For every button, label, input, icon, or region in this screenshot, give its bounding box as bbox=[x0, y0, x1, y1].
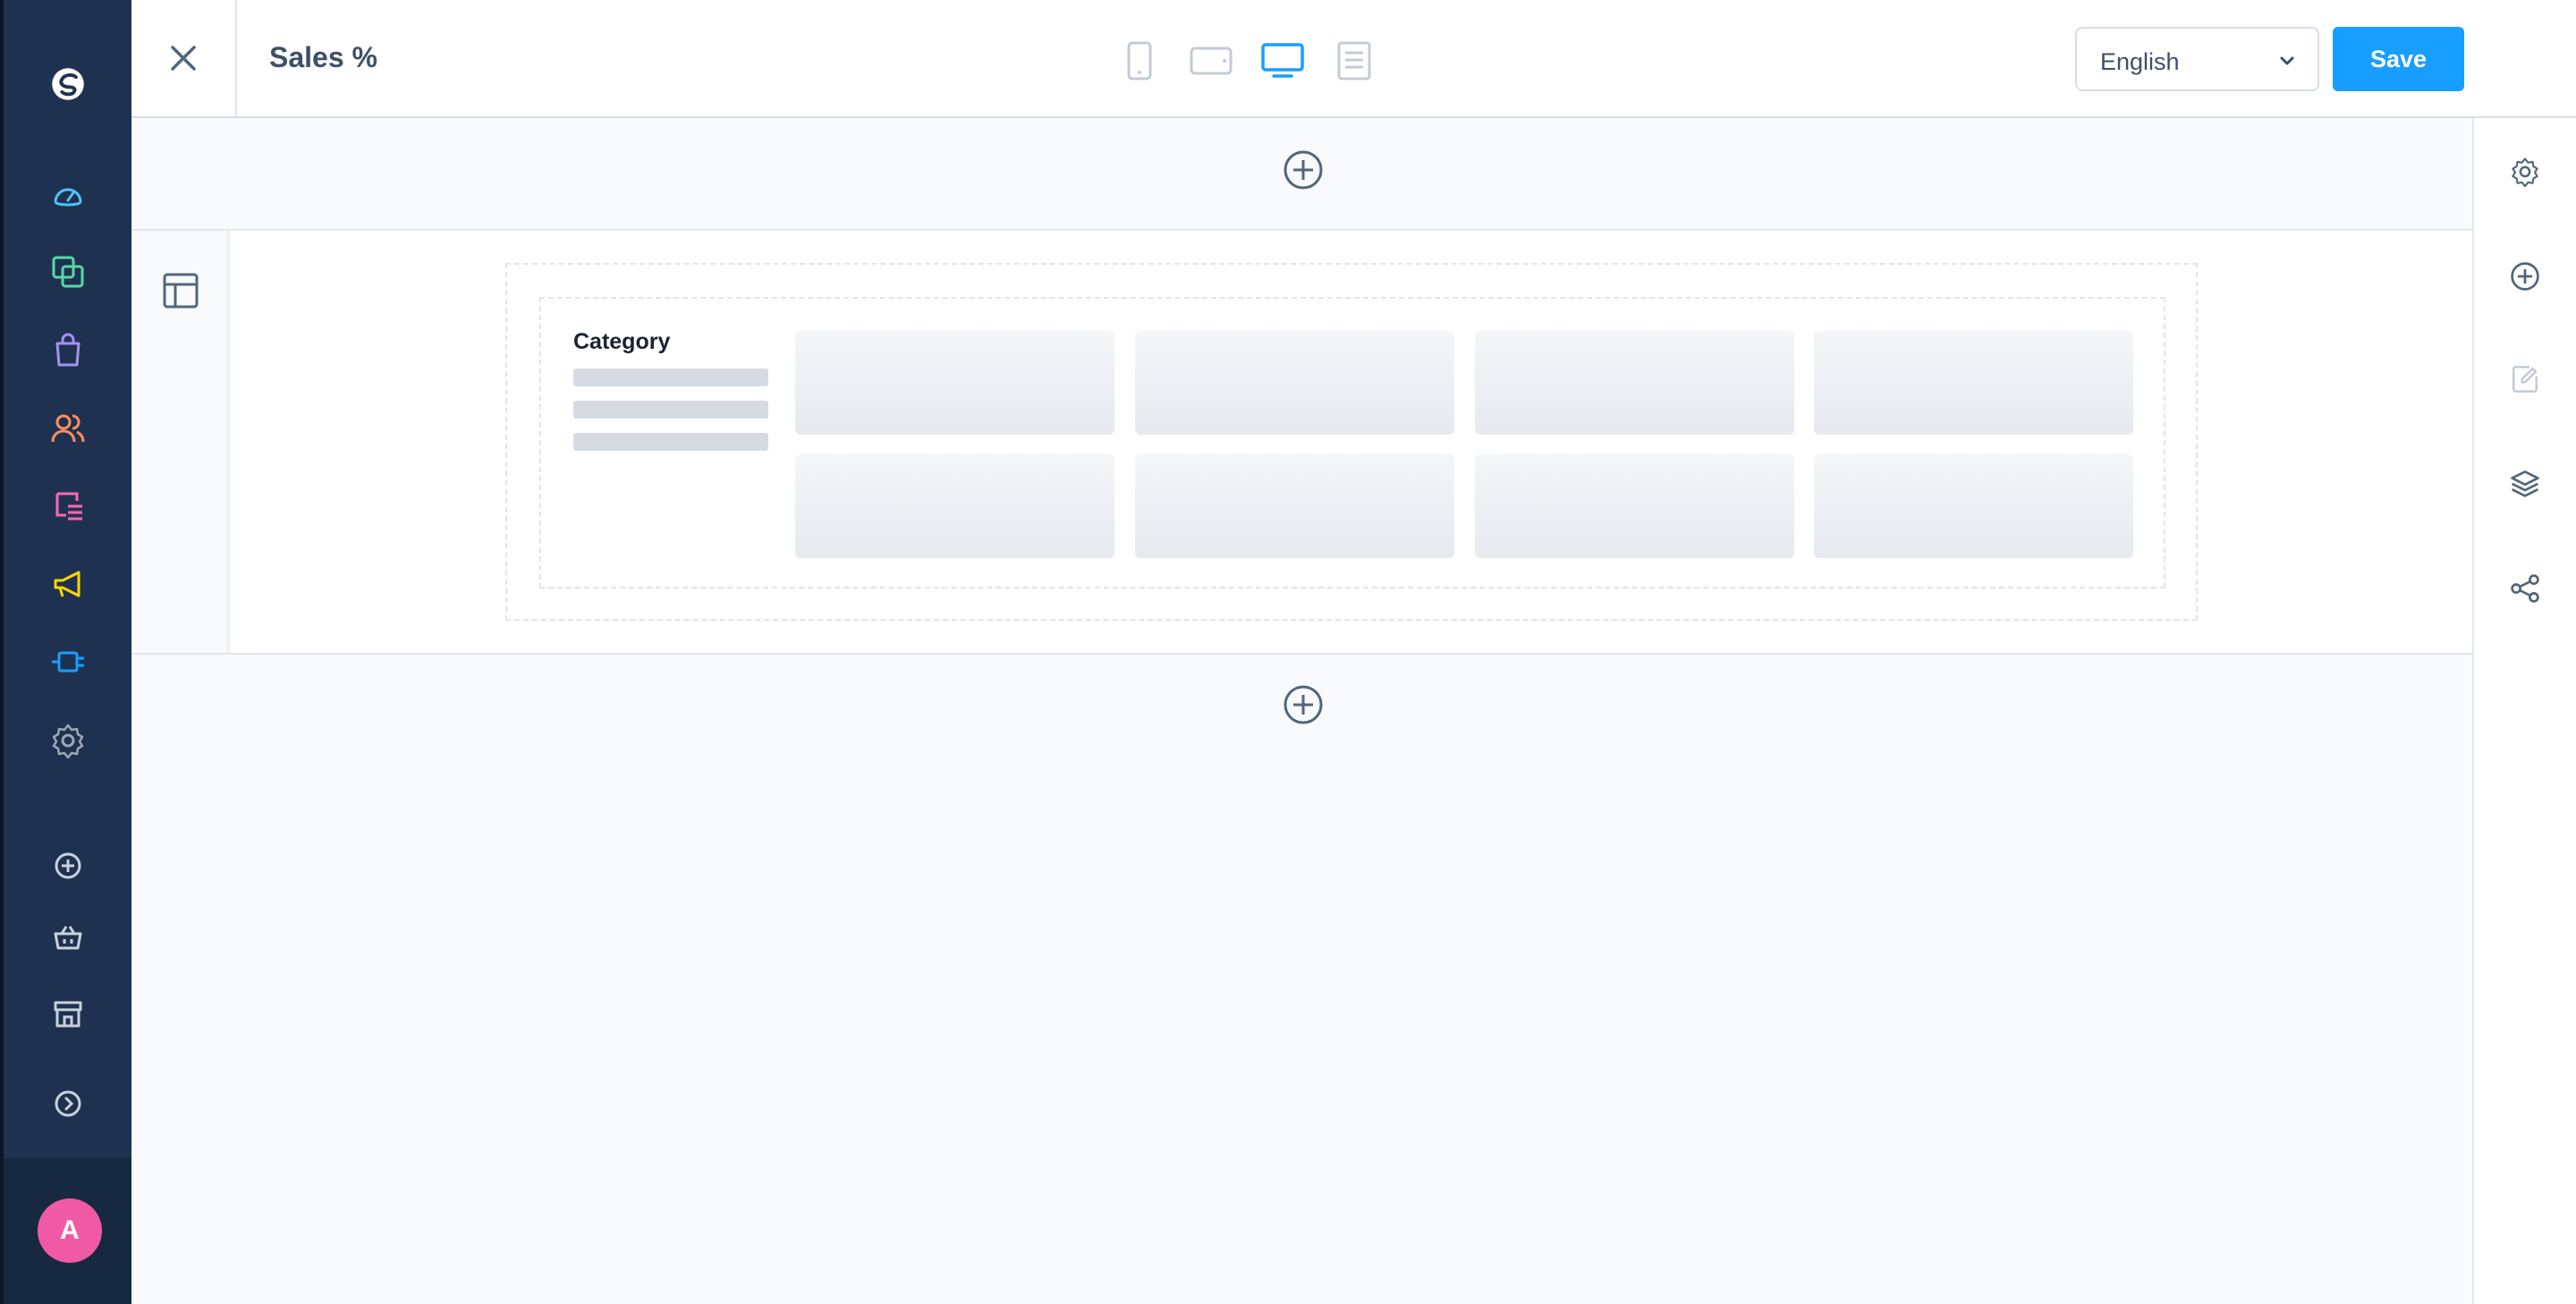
section-sidebar bbox=[131, 231, 230, 653]
page-settings-button[interactable] bbox=[2507, 154, 2543, 190]
edit-section-button[interactable] bbox=[2507, 361, 2543, 397]
shopware-logo[interactable] bbox=[36, 52, 100, 116]
product-placeholder-card bbox=[1475, 331, 1794, 435]
add-icon[interactable] bbox=[50, 848, 86, 884]
cms-block[interactable]: Category bbox=[505, 263, 2198, 621]
tablet-icon bbox=[1190, 47, 1233, 75]
form-icon bbox=[1337, 41, 1371, 80]
layout-assignment-button[interactable] bbox=[2507, 571, 2543, 606]
cms-section[interactable]: Category bbox=[131, 229, 2472, 655]
category-placeholder-line bbox=[573, 368, 768, 386]
add-blocks-button[interactable] bbox=[2507, 258, 2543, 294]
settings-icon[interactable] bbox=[50, 723, 86, 758]
desktop-icon bbox=[1261, 43, 1304, 78]
listing-element[interactable]: Category bbox=[539, 297, 2165, 588]
save-button[interactable]: Save bbox=[2333, 27, 2464, 91]
layers-icon bbox=[2511, 470, 2539, 497]
add-icon bbox=[2511, 262, 2539, 291]
editor-topbar: Sales % English Save bbox=[131, 0, 2576, 118]
language-select[interactable]: English bbox=[2075, 27, 2319, 91]
customers-icon[interactable] bbox=[50, 411, 86, 446]
device-tablet-button[interactable] bbox=[1189, 39, 1233, 82]
page-title: Sales % bbox=[269, 41, 377, 73]
chevron-down-icon bbox=[2280, 56, 2294, 65]
gear-icon bbox=[2512, 157, 2538, 187]
language-select-value: English bbox=[2100, 48, 2180, 75]
marketing-icon[interactable] bbox=[50, 566, 86, 602]
product-placeholder-card bbox=[1814, 454, 2133, 558]
close-button[interactable] bbox=[131, 0, 237, 116]
content-icon[interactable] bbox=[50, 488, 86, 524]
add-section-bottom-button[interactable] bbox=[1282, 683, 1325, 726]
add-section-top-button[interactable] bbox=[1282, 148, 1325, 191]
device-form-button[interactable] bbox=[1332, 39, 1377, 82]
product-placeholder-card bbox=[1475, 454, 1794, 558]
avatar[interactable]: A bbox=[38, 1198, 102, 1263]
storefront-icon[interactable] bbox=[50, 995, 86, 1031]
device-desktop-button[interactable] bbox=[1260, 39, 1305, 82]
product-placeholder-card bbox=[1135, 454, 1454, 558]
basket-icon[interactable] bbox=[50, 919, 86, 955]
product-placeholder-card bbox=[1135, 331, 1454, 435]
expand-sidebar-icon[interactable] bbox=[50, 1086, 86, 1122]
category-placeholder-line bbox=[573, 401, 768, 419]
layout-icon[interactable] bbox=[162, 272, 199, 309]
editor-right-rail bbox=[2472, 118, 2576, 1304]
catalogues-icon[interactable] bbox=[50, 254, 86, 290]
dashboard-icon[interactable] bbox=[50, 177, 86, 213]
mobile-icon bbox=[1127, 41, 1152, 80]
add-icon bbox=[1284, 150, 1323, 190]
product-placeholder-card bbox=[795, 331, 1114, 435]
device-mobile-button[interactable] bbox=[1117, 39, 1162, 82]
category-placeholder-line bbox=[573, 433, 768, 451]
product-placeholder-card bbox=[1814, 331, 2133, 435]
category-title: Category bbox=[573, 329, 671, 354]
navigator-button[interactable] bbox=[2507, 465, 2543, 501]
edit-icon bbox=[2512, 366, 2538, 393]
product-placeholder-card bbox=[795, 454, 1114, 558]
admin-sidebar: A bbox=[0, 0, 131, 1304]
extensions-icon[interactable] bbox=[50, 644, 86, 680]
add-icon bbox=[1284, 685, 1323, 724]
orders-icon[interactable] bbox=[50, 333, 86, 368]
close-icon bbox=[171, 46, 196, 71]
share-icon bbox=[2511, 574, 2539, 603]
